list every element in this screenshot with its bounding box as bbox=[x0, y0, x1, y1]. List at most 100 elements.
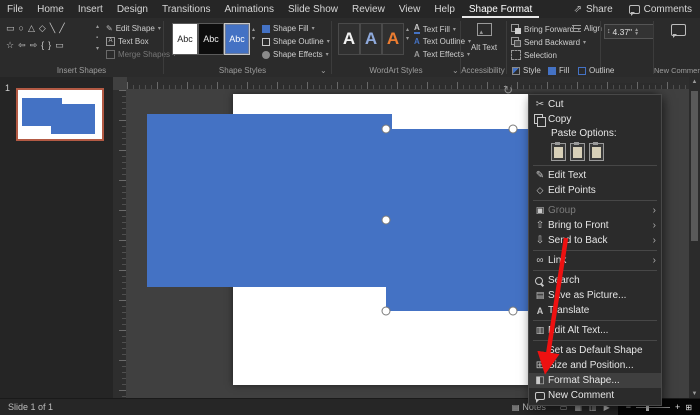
text-outline-button[interactable]: A Text Outline ▾ bbox=[414, 37, 471, 46]
vertical-scrollbar[interactable]: ▲ ▼ bbox=[689, 77, 700, 399]
quick-fill-icon bbox=[548, 66, 556, 75]
wordart-dialog-launcher-icon[interactable]: ⌄ bbox=[452, 66, 459, 75]
menu-tab-design[interactable]: Design bbox=[110, 0, 155, 18]
context-menu-item-format-shape[interactable]: Format Shape... bbox=[529, 373, 661, 388]
text-effects-button[interactable]: A Text Effects ▾ bbox=[414, 50, 470, 59]
paste-option-picture-icon[interactable] bbox=[589, 142, 604, 161]
share-button[interactable]: ⇗ Share bbox=[566, 0, 621, 18]
scroll-down-icon[interactable]: ▼ bbox=[689, 391, 700, 397]
alt-text-icon bbox=[476, 23, 492, 36]
fit-to-window-icon[interactable]: ⊞ bbox=[685, 403, 692, 412]
context-menu-item-link[interactable]: Link › bbox=[529, 253, 661, 268]
quick-style-button[interactable]: Style bbox=[512, 66, 541, 75]
shape-gallery-row-2[interactable]: ☆⇦⇨{}▭ bbox=[6, 40, 68, 51]
notes-icon: ▤ bbox=[511, 402, 520, 412]
paste-options-header: Paste Options: bbox=[551, 128, 617, 139]
shape-style-preset-1[interactable]: Abc bbox=[172, 23, 198, 55]
shape-style-preset-2[interactable]: Abc bbox=[198, 23, 224, 55]
quick-fill-button[interactable]: Fill bbox=[548, 66, 569, 75]
menu-tab-animations[interactable]: Animations bbox=[218, 0, 281, 18]
dropdown-arrow-icon: ▾ bbox=[583, 39, 587, 46]
shape-gallery-scroll[interactable]: ▴ ▪ ▾ bbox=[96, 22, 99, 55]
send-back-icon bbox=[532, 235, 548, 246]
alt-text-button[interactable]: Alt Text bbox=[468, 23, 500, 52]
shape-fill-button[interactable]: Shape Fill ▾ bbox=[262, 24, 315, 33]
rotate-handle-icon[interactable]: ↻ bbox=[503, 83, 513, 97]
align-button[interactable]: Align▾ bbox=[572, 24, 608, 33]
vertical-ruler[interactable] bbox=[113, 90, 126, 399]
shape-style-preset-3-selected[interactable]: Abc bbox=[224, 23, 250, 55]
menu-tab-view[interactable]: View bbox=[392, 0, 428, 18]
wordart-preset-1[interactable]: A bbox=[338, 23, 360, 55]
context-menu-item-search[interactable]: Search bbox=[529, 273, 661, 288]
wordart-preset-2[interactable]: A bbox=[360, 23, 382, 55]
menu-tab-review[interactable]: Review bbox=[345, 0, 392, 18]
menu-tab-file[interactable]: File bbox=[0, 0, 30, 18]
quick-outline-button[interactable]: Outline bbox=[578, 66, 614, 75]
selection-handle[interactable] bbox=[508, 306, 518, 316]
shape-styles-dialog-launcher-icon[interactable]: ⌄ bbox=[320, 66, 327, 75]
context-menu-item-translate[interactable]: Translate bbox=[529, 303, 661, 318]
zoom-slider[interactable] bbox=[636, 403, 671, 411]
menu-tab-transitions[interactable]: Transitions bbox=[155, 0, 218, 18]
text-effects-label: Text Effects bbox=[422, 50, 464, 59]
menu-item-label: Save as Picture... bbox=[548, 290, 627, 301]
new-comment-button[interactable] bbox=[658, 23, 698, 41]
cut-icon bbox=[532, 99, 548, 110]
selection-handle[interactable] bbox=[381, 306, 391, 316]
group-label-shape-styles: Shape Styles bbox=[218, 66, 267, 75]
context-menu-item-send-to-back[interactable]: Send to Back › bbox=[529, 233, 661, 248]
menu-tab-slide-show[interactable]: Slide Show bbox=[281, 0, 345, 18]
shape-style-gallery-scroll[interactable]: ▴ ▾ bbox=[252, 26, 255, 44]
horizontal-ruler[interactable] bbox=[127, 77, 689, 89]
selection-pane-button[interactable]: Selection bbox=[511, 50, 557, 60]
menu-tab-insert[interactable]: Insert bbox=[71, 0, 110, 18]
menu-item-label: Cut bbox=[548, 99, 564, 110]
slide-thumbnail-panel: 1 bbox=[0, 77, 114, 399]
selection-handle[interactable] bbox=[508, 124, 518, 134]
context-menu-item-cut[interactable]: Cut bbox=[529, 97, 661, 112]
shape-effects-icon bbox=[262, 50, 270, 59]
context-menu-item-edit-alt-text[interactable]: Edit Alt Text... bbox=[529, 323, 661, 338]
paste-option-keep-source-formatting-icon[interactable] bbox=[551, 142, 566, 161]
slide-indicator: Slide 1 of 1 bbox=[8, 402, 54, 412]
selection-handle[interactable] bbox=[381, 215, 391, 225]
context-menu-item-bring-to-front[interactable]: Bring to Front › bbox=[529, 218, 661, 233]
paste-option-merge-formatting-icon[interactable] bbox=[570, 142, 585, 161]
wordart-preset-3[interactable]: A bbox=[382, 23, 404, 55]
selection-handle[interactable] bbox=[381, 124, 391, 134]
zoom-in-icon[interactable]: + bbox=[675, 402, 680, 412]
height-stepper[interactable]: ▲ ▼ bbox=[634, 27, 639, 36]
text-outline-label: Text Outline bbox=[422, 37, 466, 46]
text-fill-button[interactable]: A Text Fill ▾ bbox=[414, 24, 456, 34]
context-menu-item-edit-text[interactable]: Edit Text bbox=[529, 168, 661, 183]
menu-tab-shape-format[interactable]: Shape Format bbox=[462, 0, 539, 18]
shape-height-field[interactable]: ↕ 4.37" ▲ ▼ bbox=[604, 24, 654, 39]
shape-gallery-row-1[interactable]: ▭○△◇╲╱ bbox=[6, 23, 69, 34]
bring-forward-button[interactable]: Bring Forward▾ bbox=[511, 24, 580, 34]
size-position-icon bbox=[532, 360, 548, 371]
menu-item-label: Bring to Front bbox=[548, 220, 609, 231]
context-menu-item-edit-points[interactable]: Edit Points bbox=[529, 183, 661, 198]
shape-effects-button[interactable]: Shape Effects ▾ bbox=[262, 50, 329, 59]
menu-tab-help[interactable]: Help bbox=[427, 0, 462, 18]
menu-bar: File Home Insert Design Transitions Animation… bbox=[0, 0, 700, 18]
comments-button[interactable]: Comments bbox=[621, 0, 700, 18]
text-box-button[interactable]: A Text Box bbox=[106, 37, 149, 46]
menu-tab-home[interactable]: Home bbox=[30, 0, 71, 18]
scrollbar-thumb[interactable] bbox=[691, 91, 698, 241]
shape-outline-button[interactable]: Shape Outline ▾ bbox=[262, 37, 330, 46]
context-menu-item-copy[interactable]: Copy bbox=[529, 112, 661, 127]
wordart-gallery-scroll[interactable]: ▴ ▾ bbox=[406, 26, 409, 44]
send-backward-button[interactable]: Send Backward ▾ bbox=[511, 37, 586, 47]
link-icon bbox=[532, 255, 548, 266]
context-menu-item-new-comment[interactable]: New Comment bbox=[529, 388, 661, 403]
shape-rectangle-left[interactable] bbox=[147, 114, 392, 287]
menu-item-label: Search bbox=[548, 275, 580, 286]
context-menu-item-set-as-default-shape[interactable]: Set as Default Shape bbox=[529, 343, 661, 358]
edit-shape-button[interactable]: ✎ Edit Shape ▾ bbox=[106, 24, 161, 33]
context-menu-item-size-and-position[interactable]: Size and Position... bbox=[529, 358, 661, 373]
context-menu-item-save-as-picture[interactable]: Save as Picture... bbox=[529, 288, 661, 303]
slide-thumbnail-1[interactable] bbox=[16, 88, 104, 141]
scroll-up-icon[interactable]: ▲ bbox=[689, 79, 700, 85]
